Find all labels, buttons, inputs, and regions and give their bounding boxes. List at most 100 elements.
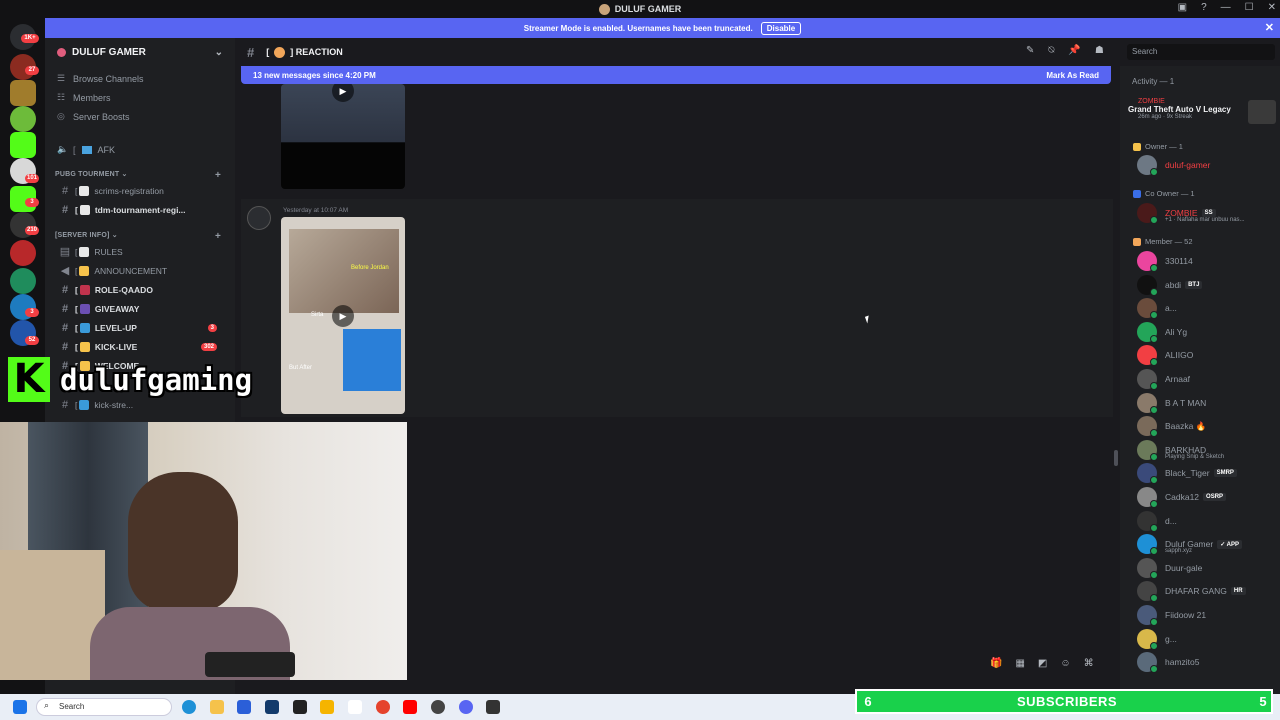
members-item[interactable]: ☷ Members bbox=[57, 92, 111, 103]
youtube-icon[interactable] bbox=[403, 700, 417, 714]
member-item[interactable]: Cadka12 OSRP bbox=[1137, 487, 1277, 508]
epic-games-icon[interactable] bbox=[293, 700, 307, 714]
member-coowner[interactable]: ZOMBIE SS +1 · Naflaha mar unbuu nas... bbox=[1137, 203, 1277, 224]
channel-label: AFK bbox=[97, 144, 116, 155]
mark-as-read-button[interactable]: Mark As Read bbox=[1046, 71, 1099, 80]
category-server-info[interactable]: [SERVER INFO] ⌄ + bbox=[55, 231, 221, 242]
avatar bbox=[1137, 652, 1158, 674]
avatar bbox=[1137, 605, 1158, 626]
obs-icon[interactable] bbox=[486, 700, 500, 714]
close-button[interactable]: ✕ bbox=[1268, 2, 1276, 13]
member-item[interactable]: d... bbox=[1137, 510, 1277, 532]
help-icon[interactable]: ? bbox=[1201, 2, 1207, 13]
channel-tdm-tournament[interactable]: #[tdm-tournament-regi... bbox=[55, 201, 227, 218]
yandex-icon[interactable] bbox=[348, 700, 362, 714]
emoji-icon[interactable]: ☺ bbox=[1060, 658, 1070, 669]
rockstar-icon[interactable] bbox=[320, 700, 334, 714]
windows-start-icon[interactable] bbox=[13, 700, 27, 714]
channel-scrims-registration[interactable]: #[scrims-registration bbox=[55, 182, 227, 199]
channel-level-up[interactable]: #[LEVEL-UP 3 bbox=[55, 319, 227, 336]
apps-icon[interactable]: ⌘ bbox=[1084, 658, 1094, 669]
app-icon[interactable] bbox=[265, 700, 279, 714]
member-owner[interactable]: duluf-gamer bbox=[1137, 155, 1277, 176]
avatar bbox=[1137, 369, 1158, 390]
member-item[interactable]: hamzito5 bbox=[1137, 652, 1277, 674]
member-item[interactable]: ALIIGO bbox=[1137, 345, 1277, 367]
nav-label: Members bbox=[73, 92, 111, 103]
member-list-icon[interactable]: ☗ bbox=[1095, 45, 1104, 56]
channel-header: #[] REACTION bbox=[235, 38, 1120, 66]
person-head bbox=[128, 472, 238, 612]
member-item[interactable]: Ali Yg bbox=[1137, 321, 1277, 343]
edge-icon[interactable] bbox=[182, 700, 196, 714]
member-item[interactable]: a... bbox=[1137, 298, 1277, 320]
new-messages-bar[interactable]: 13 new messages since 4:20 PM Mark As Re… bbox=[241, 66, 1111, 84]
chat-scrollbar[interactable] bbox=[1114, 450, 1118, 466]
video-attachment[interactable]: ▶ bbox=[281, 84, 405, 189]
activity-card[interactable]: ZOMBIE Grand Theft Auto V Legacy 26m ago… bbox=[1128, 98, 1276, 132]
chrome-icon[interactable] bbox=[376, 700, 390, 714]
add-channel-icon[interactable]: + bbox=[215, 231, 221, 242]
close-banner-icon[interactable]: ✕ bbox=[1265, 21, 1274, 34]
hash-icon: # bbox=[61, 283, 69, 296]
channel-label: LEVEL-UP bbox=[94, 322, 137, 333]
server-icon[interactable] bbox=[10, 240, 36, 266]
member-item[interactable]: Black_Tiger SMRP bbox=[1137, 463, 1277, 485]
member-item[interactable]: DHAFAR GANG HR bbox=[1137, 581, 1277, 603]
inbox-icon[interactable]: ▣ bbox=[1178, 2, 1187, 13]
member-item[interactable]: Fiidoow 21 bbox=[1137, 605, 1277, 626]
file-explorer-icon[interactable] bbox=[210, 700, 224, 714]
avatar bbox=[1137, 392, 1158, 414]
add-channel-icon[interactable]: + bbox=[215, 170, 221, 181]
notifications-icon[interactable]: ⍉ bbox=[1048, 45, 1054, 56]
gift-icon[interactable]: 🎁 bbox=[990, 658, 1002, 669]
member-item[interactable]: BARKHAD Playing Snip & Sketch bbox=[1137, 439, 1277, 461]
kick-server-icon[interactable] bbox=[10, 132, 36, 158]
server-icon[interactable] bbox=[10, 80, 36, 106]
activity-section-title: Activity — 1 bbox=[1132, 77, 1175, 86]
app-icon[interactable] bbox=[431, 700, 445, 714]
member-name: Cadka12 bbox=[1165, 492, 1200, 502]
server-icon[interactable] bbox=[10, 106, 36, 132]
store-icon[interactable] bbox=[237, 700, 251, 714]
server-boosts-item[interactable]: ◎ Server Boosts bbox=[57, 111, 130, 122]
hash-icon: # bbox=[61, 184, 69, 197]
member-item[interactable]: g... bbox=[1137, 628, 1277, 650]
channel-label: ROLE-QAADO bbox=[94, 284, 153, 295]
afk-voice-channel[interactable]: 🔈[AFK bbox=[57, 144, 115, 155]
category-pubg[interactable]: PUBG TOURMENT ⌄ + bbox=[55, 170, 221, 181]
server-icon[interactable] bbox=[10, 268, 36, 294]
avatar bbox=[1137, 628, 1158, 650]
server-icon bbox=[57, 47, 66, 57]
channel-announcement[interactable]: ◀[ANNOUNCEMENT bbox=[55, 262, 227, 279]
threads-icon[interactable]: ✎ bbox=[1026, 45, 1034, 56]
channel-kick-live[interactable]: #[KICK-LIVE 302 bbox=[55, 338, 227, 355]
avatar bbox=[1137, 510, 1158, 532]
video-attachment[interactable]: Before Jordan Sirta But After ▶ bbox=[281, 217, 405, 414]
search-input[interactable]: Search bbox=[1127, 44, 1275, 60]
maximize-button[interactable]: ☐ bbox=[1245, 2, 1254, 13]
member-item[interactable]: B A T MAN bbox=[1137, 392, 1277, 414]
sticker-icon[interactable]: ◩ bbox=[1038, 658, 1047, 669]
discord-icon[interactable] bbox=[459, 700, 473, 714]
member-item[interactable]: abdi BTJ bbox=[1137, 274, 1277, 296]
play-icon[interactable]: ▶ bbox=[332, 305, 354, 327]
taskbar-search[interactable]: Search bbox=[36, 698, 172, 716]
pin-icon[interactable]: 📌 bbox=[1068, 45, 1080, 56]
avatar[interactable] bbox=[247, 206, 271, 230]
channel-role-qaado[interactable]: #[ROLE-QAADO bbox=[55, 281, 227, 298]
channel-rules[interactable]: ▤[RULES bbox=[55, 243, 227, 260]
member-item[interactable]: Arnaaf bbox=[1137, 369, 1277, 390]
member-item[interactable]: Duluf Gamer ✓ APP sapph.xyz bbox=[1137, 534, 1277, 556]
member-item[interactable]: 330114 bbox=[1137, 251, 1277, 272]
chevron-down-icon[interactable]: ⌄ bbox=[215, 47, 223, 58]
member-item[interactable]: Duur-gale bbox=[1137, 557, 1277, 579]
browse-channels-item[interactable]: ☰ Browse Channels bbox=[57, 73, 144, 84]
channel-giveaway[interactable]: #[GIVEAWAY bbox=[55, 300, 227, 317]
play-icon[interactable]: ▶ bbox=[332, 84, 354, 102]
gif-icon[interactable]: ▦ bbox=[1015, 658, 1024, 669]
minimize-button[interactable]: — bbox=[1221, 2, 1231, 13]
server-header[interactable]: DULUF GAMER ⌄ bbox=[45, 38, 235, 66]
member-item[interactable]: Baazka 🔥 bbox=[1137, 416, 1277, 438]
disable-button[interactable]: Disable bbox=[760, 21, 802, 35]
